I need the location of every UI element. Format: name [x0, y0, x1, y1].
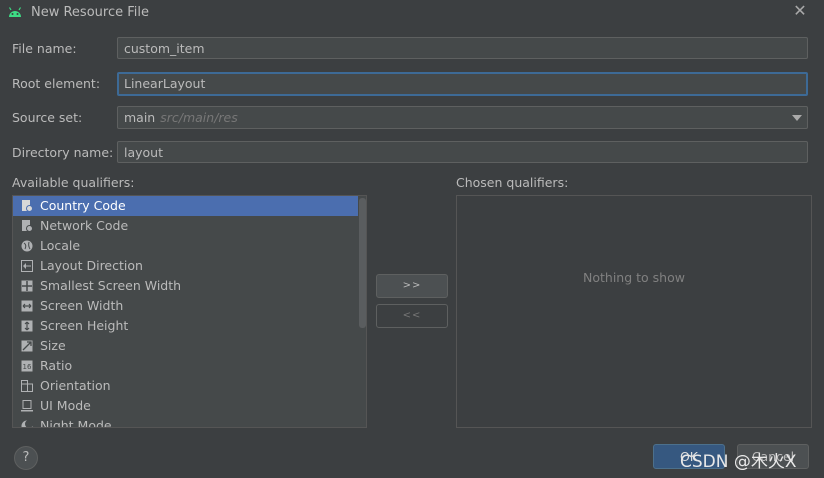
globe-icon: [21, 240, 33, 252]
available-qualifiers-list[interactable]: Country Code Network Code Locale Layout …: [12, 195, 367, 428]
remove-qualifier-button[interactable]: <<: [376, 304, 448, 328]
ratio-icon: 16: [21, 360, 33, 372]
list-scrollbar[interactable]: [358, 196, 366, 427]
file-name-label: File name:: [12, 41, 77, 56]
empty-state-text: Nothing to show: [583, 270, 685, 285]
list-item-label: Network Code: [40, 218, 129, 233]
layout-direction-icon: [21, 260, 33, 272]
available-qualifiers-label: Available qualifiers:: [12, 175, 135, 190]
watermark: CSDN @木火X: [680, 452, 797, 472]
close-icon[interactable]: ✕: [792, 3, 808, 19]
android-icon: [8, 7, 22, 17]
chevron-down-icon[interactable]: [792, 115, 802, 121]
list-item-screen-width[interactable]: Screen Width: [13, 296, 366, 316]
list-item-label: Size: [40, 338, 66, 353]
list-item-network-code[interactable]: Network Code: [13, 216, 366, 236]
svg-text:16: 16: [23, 363, 32, 371]
list-item-screen-height[interactable]: Screen Height: [13, 316, 366, 336]
root-element-label: Root element:: [12, 76, 101, 91]
chosen-qualifiers-list[interactable]: Nothing to show: [456, 195, 812, 428]
list-item-night-mode[interactable]: Night Mode: [13, 416, 366, 428]
source-set-value: main: [124, 110, 156, 125]
source-set-dropdown[interactable]: main src/main/res: [117, 106, 808, 129]
list-item-label: Layout Direction: [40, 258, 143, 273]
list-item-layout-direction[interactable]: Layout Direction: [13, 256, 366, 276]
list-item-label: Night Mode: [40, 418, 112, 428]
list-item-orientation[interactable]: Orientation: [13, 376, 366, 396]
chosen-qualifiers-label: Chosen qualifiers:: [456, 175, 569, 190]
dialog-title: New Resource File: [31, 5, 149, 20]
list-item-label: Orientation: [40, 378, 111, 393]
title-bar: New Resource File ✕: [0, 0, 824, 26]
list-item-smallest-screen-width[interactable]: Smallest Screen Width: [13, 276, 366, 296]
scroll-thumb[interactable]: [359, 198, 366, 328]
list-item-label: Locale: [40, 238, 81, 253]
list-item-country-code[interactable]: Country Code: [13, 196, 366, 216]
source-set-path: src/main/res: [160, 110, 238, 125]
list-item-ratio[interactable]: 16 Ratio: [13, 356, 366, 376]
list-item-ui-mode[interactable]: UI Mode: [13, 396, 366, 416]
ui-mode-icon: [21, 400, 33, 412]
night-mode-icon: [21, 420, 33, 427]
list-item-size[interactable]: Size: [13, 336, 366, 356]
directory-name-field[interactable]: layout: [117, 141, 808, 163]
country-code-icon: [22, 200, 33, 212]
list-item-label: Ratio: [40, 358, 73, 373]
list-item-locale[interactable]: Locale: [13, 236, 366, 256]
list-item-label: Country Code: [40, 198, 126, 213]
list-item-label: Smallest Screen Width: [40, 278, 182, 293]
list-item-label: Screen Width: [40, 298, 124, 313]
screen-width-icon: [21, 300, 33, 312]
directory-name-label: Directory name:: [12, 145, 114, 160]
list-item-label: Screen Height: [40, 318, 129, 333]
orientation-icon: [21, 380, 33, 392]
network-code-icon: [22, 220, 33, 232]
smallest-width-icon: [21, 280, 33, 292]
source-set-label: Source set:: [12, 110, 83, 125]
list-item-label: UI Mode: [40, 398, 91, 413]
add-qualifier-button[interactable]: >>: [376, 274, 448, 298]
screen-height-icon: [21, 320, 33, 332]
help-button[interactable]: ?: [14, 446, 38, 470]
root-element-field[interactable]: LinearLayout: [117, 72, 808, 96]
size-icon: [21, 340, 33, 352]
file-name-field[interactable]: custom_item: [117, 37, 808, 59]
